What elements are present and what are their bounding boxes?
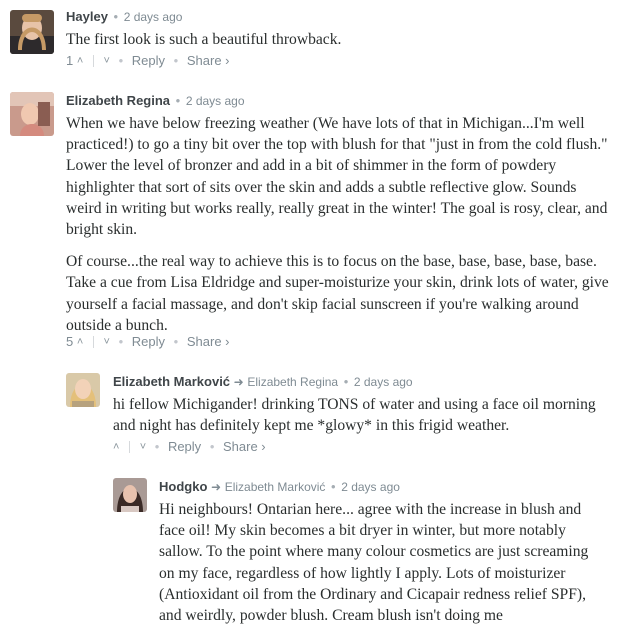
timestamp[interactable]: 2 days ago bbox=[354, 375, 413, 389]
timestamp[interactable]: 2 days ago bbox=[186, 94, 245, 108]
comment-header: Elizabeth Regina • 2 days ago bbox=[66, 93, 245, 108]
comment-body: When we have below freezing weather (We … bbox=[66, 113, 612, 336]
author-name[interactable]: Elizabeth Regina bbox=[66, 93, 170, 108]
chevron-down-icon[interactable]: ˅ bbox=[104, 52, 110, 70]
comment: Hodgko ➜ Elizabeth Marković • 2 days ago… bbox=[113, 478, 616, 624]
chevron-up-icon[interactable]: ˄ bbox=[113, 438, 119, 456]
author-name[interactable]: Hodgko bbox=[159, 479, 207, 494]
comment-paragraph: hi fellow Michigander! drinking TONS of … bbox=[113, 396, 596, 435]
comment-body: The first look is such a beautiful throw… bbox=[66, 29, 610, 50]
avatar[interactable] bbox=[66, 373, 100, 407]
vote-count: 5 bbox=[66, 333, 74, 349]
comment-paragraph: Hi neighbours! Ontarian here... agree wi… bbox=[159, 501, 589, 625]
share-button[interactable]: Share › bbox=[187, 333, 230, 351]
reply-button[interactable]: Reply bbox=[132, 52, 165, 70]
share-button[interactable]: Share › bbox=[187, 52, 230, 70]
chevron-up-icon[interactable]: ˄ bbox=[77, 333, 83, 351]
divider bbox=[129, 440, 131, 453]
comment-header: Hodgko ➜ Elizabeth Marković • 2 days ago bbox=[159, 479, 400, 494]
avatar[interactable] bbox=[10, 92, 54, 136]
avatar[interactable] bbox=[10, 10, 54, 54]
divider bbox=[92, 335, 94, 348]
in-reply-to[interactable]: Elizabeth Marković bbox=[225, 480, 326, 494]
comment-body: hi fellow Michigander! drinking TONS of … bbox=[113, 394, 616, 436]
timestamp[interactable]: 2 days ago bbox=[341, 480, 400, 494]
comment: Elizabeth Marković ➜ Elizabeth Regina • … bbox=[66, 373, 616, 458]
share-button[interactable]: Share › bbox=[223, 438, 266, 456]
in-reply-to[interactable]: Elizabeth Regina bbox=[247, 375, 338, 389]
comment-header: Hayley • 2 days ago bbox=[66, 9, 183, 24]
comment-actions: ˄ ˅ • Reply • Share › bbox=[113, 438, 266, 456]
comment-paragraph: The first look is such a beautiful throw… bbox=[66, 31, 342, 48]
author-name[interactable]: Hayley bbox=[66, 9, 108, 24]
divider bbox=[92, 54, 94, 67]
comment: Hayley • 2 days ago The first look is su… bbox=[10, 8, 610, 70]
reply-button[interactable]: Reply bbox=[168, 438, 201, 456]
vote-count: 1 bbox=[66, 52, 74, 68]
comment-actions: 1 ˄ ˅ • Reply • Share › bbox=[66, 52, 230, 70]
comment-paragraph: Of course...the real way to achieve this… bbox=[66, 253, 609, 334]
comment: Elizabeth Regina • 2 days ago When we ha… bbox=[10, 92, 616, 352]
reply-button[interactable]: Reply bbox=[132, 333, 165, 351]
reply-arrow-icon: ➜ bbox=[211, 480, 222, 494]
chevron-down-icon[interactable]: ˅ bbox=[104, 333, 110, 351]
comment-body: Hi neighbours! Ontarian here... agree wi… bbox=[159, 499, 599, 626]
author-name[interactable]: Elizabeth Marković bbox=[113, 374, 230, 389]
comment-paragraph: When we have below freezing weather (We … bbox=[66, 115, 608, 239]
timestamp[interactable]: 2 days ago bbox=[124, 10, 183, 24]
comment-header: Elizabeth Marković ➜ Elizabeth Regina • … bbox=[113, 374, 413, 389]
chevron-down-icon[interactable]: ˅ bbox=[140, 438, 146, 456]
comment-actions: 5 ˄ ˅ • Reply • Share › bbox=[66, 333, 230, 351]
avatar[interactable] bbox=[113, 478, 147, 512]
chevron-up-icon[interactable]: ˄ bbox=[77, 52, 83, 70]
reply-arrow-icon: ➜ bbox=[233, 375, 244, 389]
